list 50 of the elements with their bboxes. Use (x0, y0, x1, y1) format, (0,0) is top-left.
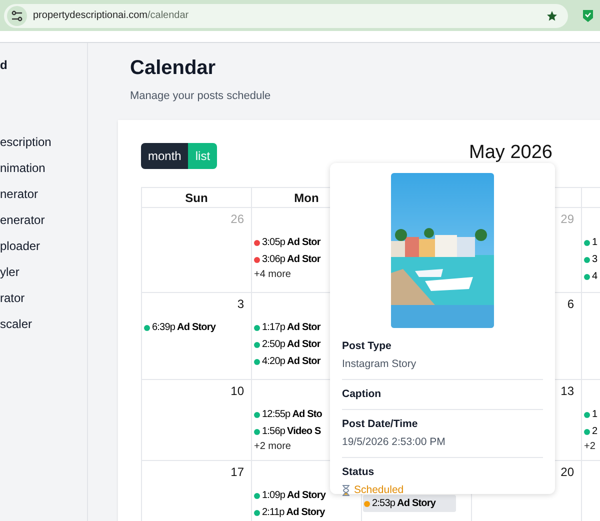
calendar-event[interactable]: 1 (583, 234, 598, 251)
day-number: 20 (560, 465, 575, 479)
calendar-event[interactable]: 3 (583, 251, 598, 268)
sidebar-item[interactable]: scaler (0, 311, 32, 337)
calendar-event[interactable]: 6:39p Ad Story (143, 319, 216, 336)
sidebar-item[interactable]: yler (0, 259, 20, 285)
calendar-event[interactable]: 2:11p Ad Story (253, 504, 325, 521)
more-link[interactable]: +4 more (253, 268, 291, 282)
calendar-event[interactable]: 1:17p Ad Stor (253, 319, 320, 336)
more-link[interactable]: +2 more (253, 440, 291, 454)
day-number: 29 (560, 212, 575, 226)
field-label: Post Type (342, 340, 392, 352)
calendar-event[interactable]: 12:55p Ad Sto (253, 406, 322, 423)
sidebar-item[interactable]: nimation (0, 155, 46, 181)
sidebar-item[interactable]: d (0, 52, 8, 78)
more-link[interactable]: +2 (583, 440, 596, 454)
sidebar-item[interactable]: rator (0, 285, 25, 311)
calendar-event[interactable]: 4:20p Ad Stor (253, 353, 320, 370)
sidebar-item[interactable]: ploader (0, 233, 40, 259)
page-subtitle: Manage your posts schedule (130, 90, 271, 102)
url-text: propertydescriptionai.com/calendar (33, 10, 189, 21)
day-number: 26 (230, 212, 245, 226)
calendar-event[interactable]: 1:09p Ad Story (253, 487, 326, 504)
day-number: 17 (230, 465, 245, 479)
day-number: 10 (230, 384, 245, 398)
month-title: May 2026 (469, 142, 552, 164)
status-value: Scheduled (354, 484, 404, 496)
field-label: Post Date/Time (342, 418, 418, 430)
calendar-event[interactable]: 1:56p Video S (253, 423, 321, 440)
sidebar-item[interactable]: escription (0, 129, 52, 155)
field-value: 19/5/2026 2:53:00 PM (342, 436, 446, 448)
address-bar[interactable]: propertydescriptionai.com/calendar (4, 4, 568, 28)
field-label: Status (342, 466, 374, 478)
day-number: 6 (567, 297, 575, 311)
page-title: Calendar (130, 56, 216, 81)
calendar-event[interactable]: 1 (583, 406, 598, 423)
calendar-event[interactable]: 2:53p Ad Story (363, 495, 456, 512)
field-value: Instagram Story (342, 358, 416, 370)
calendar-event[interactable]: 3:06p Ad Stor (253, 251, 320, 268)
sidebar-item[interactable]: enerator (0, 207, 45, 233)
calendar-event[interactable]: 2 (583, 423, 598, 440)
day-number: 13 (560, 384, 575, 398)
weekday-header: Sun (142, 188, 252, 208)
calendar-event[interactable]: 2:50p Ad Stor (253, 336, 320, 353)
view-toggle-button[interactable]: month (141, 143, 188, 169)
day-number: 3 (237, 297, 245, 311)
calendar-event[interactable]: 4 (583, 268, 598, 285)
field-label: Caption (342, 388, 382, 400)
calendar-event[interactable]: 3:05p Ad Stor (253, 234, 320, 251)
sidebar-item[interactable]: nerator (0, 181, 38, 207)
